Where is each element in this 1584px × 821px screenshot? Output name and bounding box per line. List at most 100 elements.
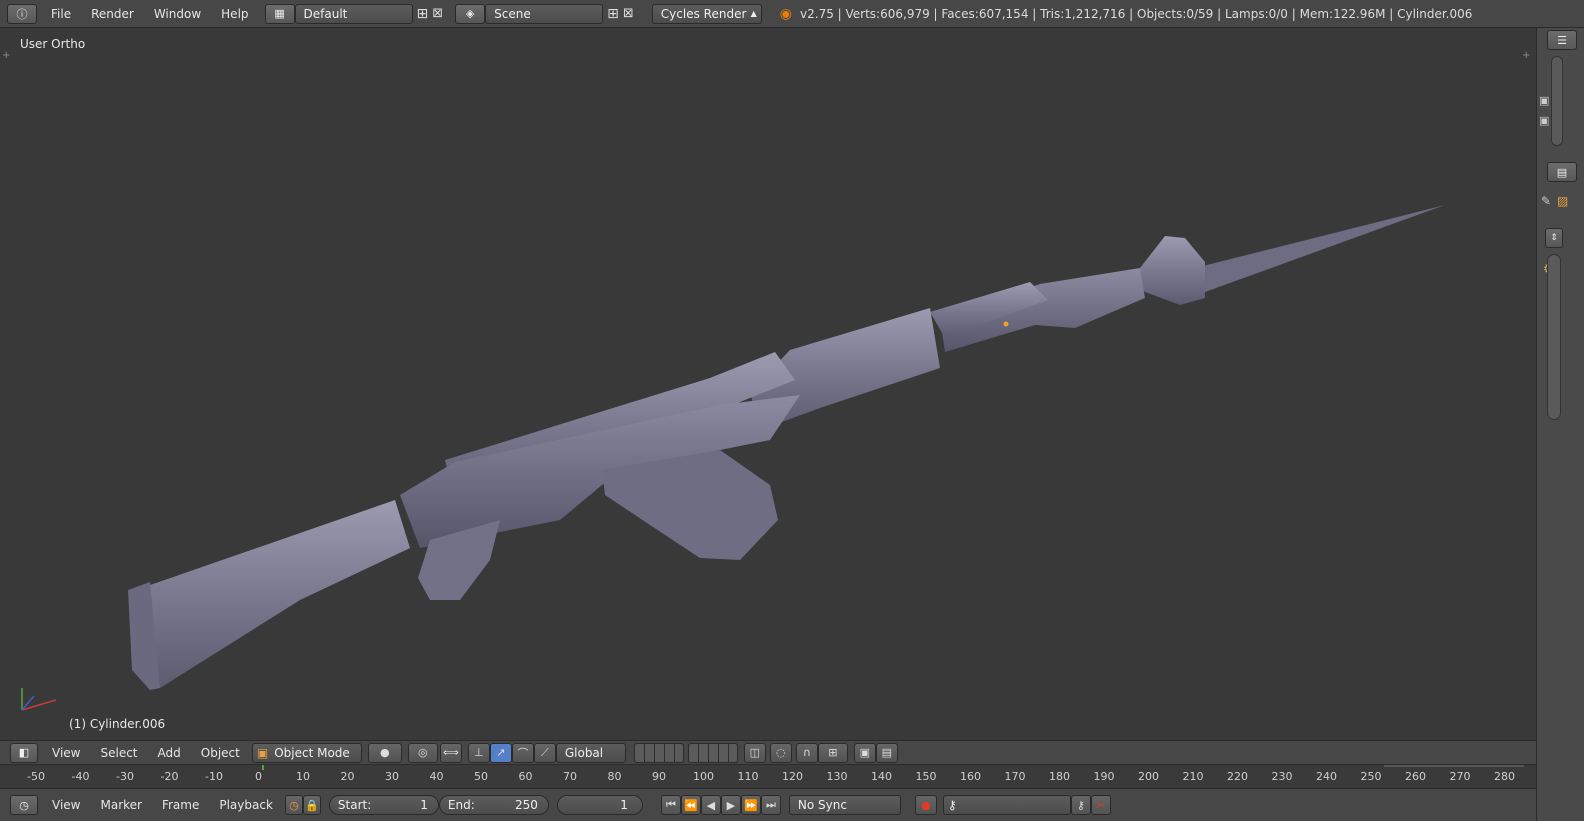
opengl-render-button[interactable]: ▣ [853,742,876,763]
info-header: ⓘ File Render Window Help ▦ Default ⊞ ⊠ … [0,0,1584,28]
jump-to-end-button[interactable]: ⏭ [760,795,781,815]
ruler-tick-label: 160 [960,770,981,783]
camera-icon-2[interactable]: ▣ [1539,114,1549,127]
rifle-3d-model[interactable] [0,28,1536,740]
interaction-mode-dropdown[interactable]: ▣ Object Mode [251,742,362,763]
key-delete-icon: ✂ [1096,798,1106,812]
ruler-tick-label: -30 [116,770,134,783]
ruler-tick-label: 200 [1138,770,1159,783]
manipulator-toggle[interactable]: ⟺ [439,742,462,763]
properties-toggle-button[interactable]: ⇕ [1545,228,1563,248]
timeline-ruler[interactable]: -50 -40 -30 -20 -10 0 10 20 30 40 50 60 70 80 90 100 110… [0,764,1536,788]
menu-render[interactable]: Render [81,7,144,21]
ruler-tick-label: 210 [1182,770,1204,783]
outliner-scrollbar[interactable] [1551,56,1563,146]
ruler-tick-label: 120 [782,770,803,783]
scene-layers-group-2[interactable] [687,742,738,763]
ruler-tick-label: 140 [871,770,892,783]
ruler-tick-label: -40 [71,770,90,783]
menu-view[interactable]: View [42,746,90,760]
delete-keyframe-button[interactable]: ✂ [1090,795,1111,815]
play-reverse-button[interactable]: ◀ [700,795,721,815]
render-engine-dropdown[interactable]: Cycles Render ▲ [651,3,762,24]
editor-type-info-button[interactable]: ⓘ [7,3,37,24]
menu-timeline-view[interactable]: View [42,798,90,812]
record-button[interactable]: ● [914,795,937,815]
ruler-tick-label: 180 [1049,770,1070,783]
lock-layers-button[interactable]: ◫ [743,742,766,763]
menu-add[interactable]: Add [148,746,191,760]
snap-toggle[interactable]: ∩ [795,742,818,763]
opengl-animation-button[interactable]: ▤ [875,742,898,763]
ruler-tick-label: 80 [607,770,622,783]
object-origin-dot [1003,321,1009,327]
remove-layout-icon[interactable]: ⊠ [432,6,443,21]
screen-layout-name: Default [303,6,348,21]
scene-icon: ◈ [465,7,475,20]
rotate-manipulator[interactable]: ↗ [489,742,512,763]
add-scene-icon[interactable]: ⊞ [607,6,619,22]
menu-playback[interactable]: Playback [209,798,283,812]
start-frame-field[interactable]: Start: 1 [328,795,439,815]
menu-help[interactable]: Help [211,7,258,21]
remove-scene-icon[interactable]: ⊠ [623,6,634,21]
sync-mode-dropdown[interactable]: No Sync [788,795,901,815]
3d-view-header: ◧ View Select Add Object ▣ Object Mode ●… [0,740,1536,764]
menu-frame[interactable]: Frame [152,798,209,812]
jump-keyframe-forward-button[interactable]: ⏩ [740,795,761,815]
object-data-icon[interactable]: ▨ [1557,194,1568,208]
properties-editor-button[interactable]: ▤ [1547,162,1577,182]
translate-manipulator[interactable]: ⊥ [467,742,490,763]
camera-icon[interactable]: ▣ [1539,94,1549,107]
start-frame-label: Start: [337,798,372,812]
properties-scrollbar[interactable] [1547,254,1561,420]
ruler-tick-label: 30 [385,770,399,783]
add-layout-icon[interactable]: ⊞ [417,6,429,22]
blender-logo-icon: ◉ [779,5,793,22]
proportional-edit-button[interactable]: ◌ [769,742,792,763]
record-icon: ● [921,798,931,812]
bayonet-blade [1195,205,1445,292]
magnet-icon: ∩ [802,746,811,759]
menu-object[interactable]: Object [191,746,250,760]
play-button[interactable]: ▶ [720,795,741,815]
pivot-point-button[interactable]: ◎ [407,742,438,763]
jump-keyframe-back-button[interactable]: ⏪ [680,795,701,815]
current-frame-field[interactable]: 1 [556,795,643,815]
editor-type-timeline-button[interactable]: ◷ [10,795,38,815]
ruler-tick-label: 250 [1360,770,1382,783]
ruler-tick-label: 170 [1004,770,1026,783]
menu-file[interactable]: File [41,7,81,21]
preview-range-toggle[interactable]: ◷ [284,795,303,815]
keying-set-field[interactable]: ⚷ [942,795,1071,815]
camera-render-icon: ▣ [859,746,871,759]
editor-type-3d-button[interactable]: ◧ [10,742,38,763]
play-reverse-icon: ◀ [706,798,716,812]
scene-field[interactable]: Scene [485,3,604,24]
screen-layout-field[interactable]: Default [294,3,413,24]
menu-window[interactable]: Window [144,7,211,21]
ruler-tick-label: 90 [652,770,666,783]
viewport-shading-button[interactable]: ● [367,742,402,763]
outliner-editor-button[interactable]: ☰ [1547,30,1577,50]
transform-tool-button[interactable]: ⟋ [533,742,556,763]
end-frame-field[interactable]: End: 250 [438,795,549,815]
lock-time-cursor-toggle[interactable]: 🔒 [302,795,321,815]
scene-selector[interactable]: ◈ [455,3,486,24]
ruler-tick-label: 20 [340,770,355,783]
pin-icon[interactable]: ✎ [1541,194,1551,208]
snap-element-dropdown[interactable]: ⊞ [817,742,848,763]
ruler-tick-label: 240 [1316,770,1337,783]
screen-layout-selector[interactable]: ▦ [264,3,295,24]
menu-select[interactable]: Select [90,746,147,760]
jump-to-start-button[interactable]: ⏮ [660,795,681,815]
timeline-header: ◷ View Marker Frame Playback ◷ 🔒 Start: … [0,788,1536,821]
insert-keyframe-button[interactable]: ⚷ [1070,795,1091,815]
object-mode-icon: ▣ [256,745,269,760]
transform-orientation-dropdown[interactable]: Global [555,742,626,763]
3d-viewport[interactable]: User Ortho + + (1) Cylinder.006 [0,28,1536,740]
scene-layers-group-1[interactable] [633,742,684,763]
current-frame-value: 1 [620,798,628,812]
menu-marker[interactable]: Marker [90,798,151,812]
scale-manipulator[interactable]: ⌒ [511,742,534,763]
